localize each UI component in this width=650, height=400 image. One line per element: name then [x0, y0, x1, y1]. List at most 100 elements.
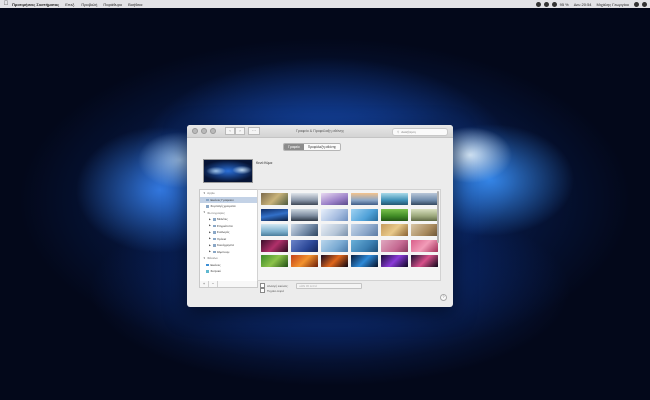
sidebar-item-label: Συμπαγή χρώματα	[210, 204, 236, 209]
back-button[interactable]: ‹	[225, 127, 235, 135]
search-input[interactable]	[401, 130, 440, 134]
forward-button[interactable]: ›	[235, 127, 245, 135]
minimize-button[interactable]	[201, 128, 207, 134]
search-field[interactable]: ⚲	[392, 128, 448, 136]
window-controls	[192, 128, 219, 134]
sidebar-section-label: Φάκελοι	[207, 256, 218, 261]
status-icon[interactable]	[543, 1, 549, 7]
wallpaper-thumbnail[interactable]	[321, 224, 348, 236]
wallpaper-grid	[257, 189, 441, 281]
menu-window[interactable]: Παράθυρο	[103, 2, 122, 7]
tab-desktop[interactable]: Γραφείο	[284, 144, 304, 150]
sidebar-item-label: Εικόνες	[210, 262, 221, 267]
source-list: ▼ Apple Εικόνες Γραφείου Συμπαγή χρώματα …	[199, 189, 258, 283]
sidebar-item-label: Σκηνικό	[210, 269, 221, 274]
sidebar-item-folder[interactable]: Σκηνικό	[200, 268, 257, 275]
menu-edit[interactable]: Επεξ.	[65, 2, 75, 7]
sidebar-item-label: Κοινόχρηστα	[217, 243, 235, 248]
change-picture-label: Αλλαγή εικόνας:	[267, 283, 289, 288]
zoom-button[interactable]	[210, 128, 216, 134]
wallpaper-thumbnail[interactable]	[381, 239, 408, 252]
close-button[interactable]	[192, 128, 198, 134]
wallpaper-thumbnail[interactable]	[291, 208, 318, 221]
wallpaper-thumbnail[interactable]	[381, 255, 408, 267]
disclosure-triangle-icon[interactable]: ▶	[209, 244, 211, 247]
folder-icon	[206, 198, 209, 201]
apple-icon[interactable]: 	[0, 1, 12, 7]
window-titlebar[interactable]: ‹ › ⋯ Γραφείο & Προφύλαξη οθόνης ⚲	[187, 125, 453, 138]
disclosure-triangle-icon[interactable]: ▼	[203, 257, 206, 260]
disclosure-triangle-icon[interactable]: ▶	[209, 250, 211, 253]
disclosure-triangle-icon[interactable]: ▶	[209, 237, 211, 240]
grid-scrollbar[interactable]	[437, 191, 439, 243]
wallpaper-thumbnail[interactable]	[351, 255, 378, 267]
folder-icon	[206, 270, 209, 273]
wallpaper-thumbnail[interactable]	[411, 224, 438, 236]
wallpaper-thumbnail[interactable]	[261, 208, 288, 221]
disclosure-triangle-icon[interactable]: ▼	[203, 192, 206, 195]
wallpaper-thumbnail[interactable]	[381, 208, 408, 221]
wallpaper-thumbnail[interactable]	[261, 239, 288, 252]
wallpaper-thumbnail[interactable]	[321, 208, 348, 221]
wallpaper-thumbnail[interactable]	[411, 239, 438, 252]
show-all-button[interactable]: ⋯	[248, 127, 260, 135]
interval-select[interactable]: κάθε 30 λεπτά	[296, 282, 363, 289]
wallpaper-thumbnail[interactable]	[261, 255, 288, 267]
status-icon[interactable]	[535, 1, 541, 7]
clock[interactable]: Δευ 20:54	[574, 2, 592, 7]
disclosure-triangle-icon[interactable]: ▼	[203, 211, 206, 214]
wallpaper-thumbnail[interactable]	[351, 193, 378, 205]
battery-level[interactable]: 95 %	[560, 2, 569, 7]
menu-app-name[interactable]: Προτιμήσεις Συστήματος	[12, 2, 59, 7]
status-area: 95 % Δευ 20:54 Μιχάλης Γεωργίου	[535, 1, 650, 7]
random-order-label: Τυχαία σειρά	[267, 288, 284, 293]
album-icon	[212, 218, 216, 221]
album-icon	[212, 231, 216, 234]
menu-view[interactable]: Προβολή	[81, 2, 97, 7]
add-folder-button[interactable]: +	[200, 281, 209, 287]
wallpaper-thumbnail[interactable]	[351, 224, 378, 236]
wallpaper-thumbnail[interactable]	[351, 239, 378, 252]
notification-center-icon[interactable]	[642, 1, 647, 7]
preferences-window: ‹ › ⋯ Γραφείο & Προφύλαξη οθόνης ⚲ Γραφε…	[187, 125, 453, 307]
sidebar-item-label: Μελέτες	[217, 217, 228, 222]
wallpaper-thumbnail[interactable]	[291, 224, 318, 236]
wallpaper-thumbnail[interactable]	[351, 208, 378, 221]
menu-bar:  Προτιμήσεις Συστήματος Επεξ. Προβολή Π…	[0, 0, 650, 8]
wifi-icon[interactable]	[551, 1, 557, 7]
wallpaper-thumbnail[interactable]	[261, 193, 288, 205]
remove-folder-button[interactable]: −	[209, 281, 218, 287]
current-wallpaper-preview	[203, 159, 253, 183]
wallpaper-thumbnail[interactable]	[321, 193, 348, 205]
change-picture-row: Αλλαγή εικόνας: κάθε 30 λεπτά	[260, 282, 363, 289]
disclosure-triangle-icon[interactable]: ▶	[209, 231, 211, 234]
wallpaper-thumbnail[interactable]	[411, 193, 438, 205]
wallpaper-thumbnail[interactable]	[321, 255, 348, 267]
sidebar-item-label: Στιγμιότυπα	[217, 223, 233, 228]
wallpaper-thumbnail[interactable]	[381, 193, 408, 205]
wallpaper-thumbnail[interactable]	[321, 239, 348, 252]
wallpaper-thumbnail[interactable]	[291, 239, 318, 252]
wallpaper-thumbnail[interactable]	[261, 224, 288, 236]
user-name[interactable]: Μιχάλης Γεωργίου	[597, 2, 629, 7]
wallpaper-thumbnail[interactable]	[411, 208, 438, 221]
tab-screensaver[interactable]: Προφύλαξη οθόνης	[303, 144, 341, 150]
spotlight-icon[interactable]	[634, 1, 639, 7]
folder-icon	[206, 263, 209, 266]
help-button[interactable]: ?	[440, 294, 447, 301]
sidebar-section-label: Apple	[207, 191, 215, 196]
sidebar-section-label: Φωτογραφίες	[207, 210, 225, 215]
wallpaper-thumbnail[interactable]	[411, 255, 438, 267]
wallpaper-thumbnail[interactable]	[381, 224, 408, 236]
wallpaper-thumbnail[interactable]	[291, 193, 318, 205]
album-icon	[212, 237, 216, 240]
disclosure-triangle-icon[interactable]: ▶	[209, 218, 211, 221]
album-icon	[212, 224, 216, 227]
disclosure-triangle-icon[interactable]: ▶	[209, 224, 211, 227]
wallpaper-thumbnail[interactable]	[291, 255, 318, 267]
window-title: Γραφείο & Προφύλαξη οθόνης	[295, 129, 345, 133]
album-icon	[212, 244, 216, 247]
menu-help[interactable]: Βοήθεια	[128, 2, 142, 7]
random-order-checkbox[interactable]	[260, 288, 265, 293]
change-picture-options: Αλλαγή εικόνας: κάθε 30 λεπτά Τυχαία σει…	[260, 282, 363, 293]
